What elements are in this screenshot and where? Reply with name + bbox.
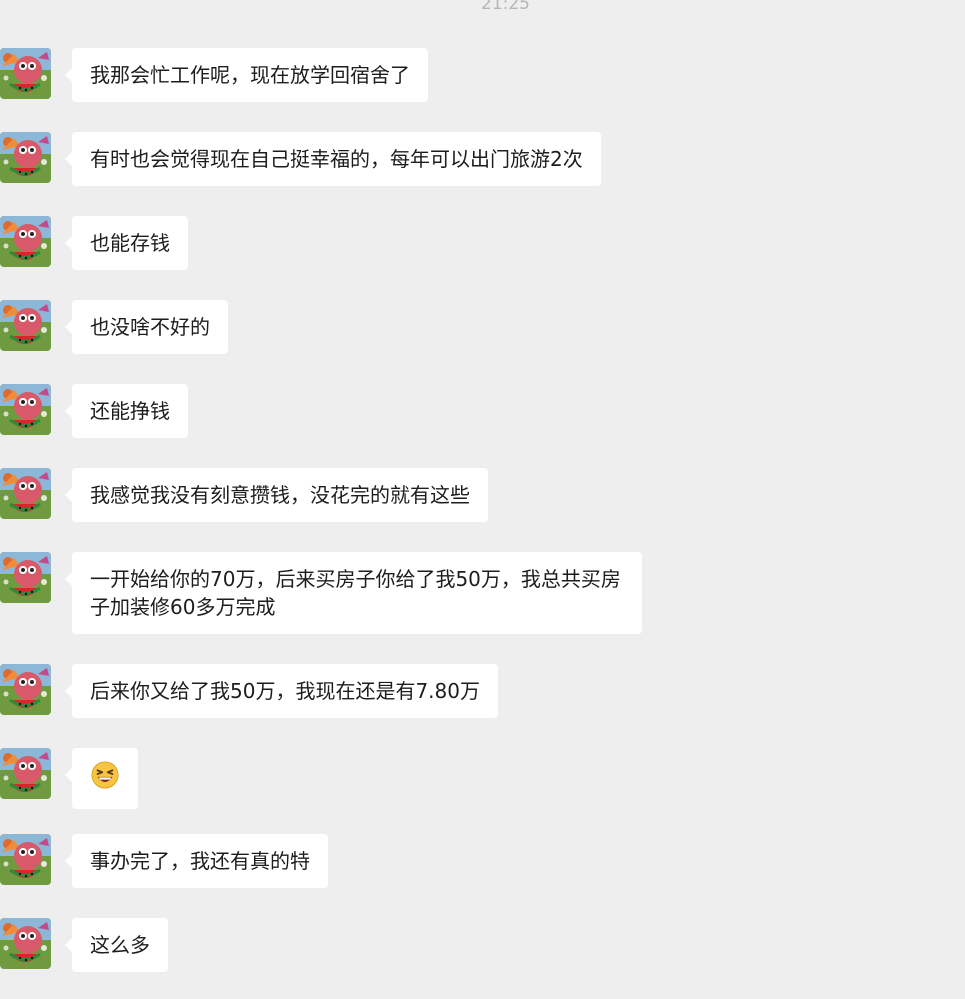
contact-avatar[interactable] [0, 300, 51, 351]
contact-avatar[interactable] [0, 552, 51, 603]
grinning-squint-face-icon [90, 761, 120, 796]
contact-avatar[interactable] [0, 48, 51, 99]
message-bubble[interactable]: 我感觉我没有刻意攒钱，没花完的就有这些 [65, 468, 488, 522]
message-bubble[interactable]: 一开始给你的70万，后来买房子你给了我50万，我总共买房子加装修60多万完成 [65, 552, 642, 634]
message-bubble[interactable]: 也没啥不好的 [65, 300, 228, 354]
message-bubble[interactable]: 还能挣钱 [65, 384, 188, 438]
message-bubble[interactable]: 这么多 [65, 918, 168, 972]
message-bubble[interactable]: 我那会忙工作呢，现在放学回宿舍了 [65, 48, 428, 102]
contact-avatar[interactable] [0, 664, 51, 715]
message-bubble[interactable]: 事办完了，我还有真的特 [65, 834, 328, 888]
contact-avatar[interactable] [0, 468, 51, 519]
contact-avatar[interactable] [0, 834, 51, 885]
contact-avatar[interactable] [0, 918, 51, 969]
contact-avatar[interactable] [0, 132, 51, 183]
contact-avatar[interactable] [0, 748, 51, 799]
message-bubble[interactable]: 后来你又给了我50万，我现在还是有7.80万 [65, 664, 498, 718]
message-timestamp: 21:25 [481, 0, 530, 14]
contact-avatar[interactable] [0, 384, 51, 435]
message-bubble[interactable]: 有时也会觉得现在自己挺幸福的，每年可以出门旅游2次 [65, 132, 601, 186]
contact-avatar[interactable] [0, 216, 51, 267]
emoji-message-bubble[interactable] [65, 748, 138, 809]
message-bubble[interactable]: 也能存钱 [65, 216, 188, 270]
